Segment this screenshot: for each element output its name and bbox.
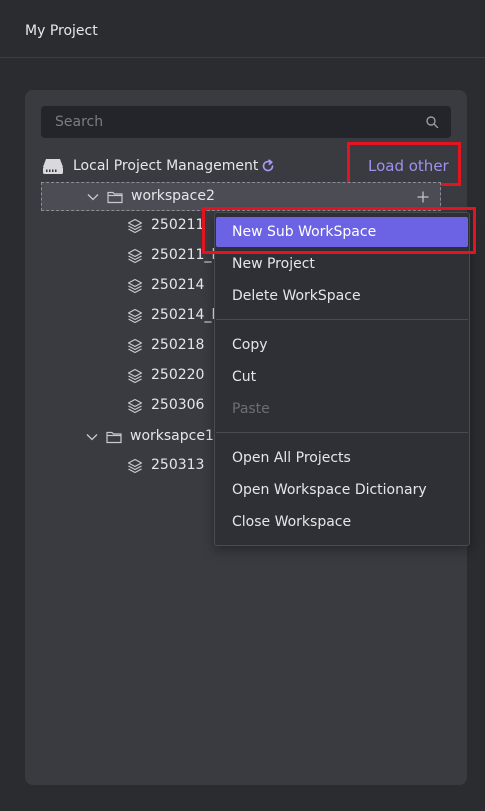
load-other-link[interactable]: Load other	[368, 157, 449, 175]
tree-item-project[interactable]: 250214_b	[127, 305, 217, 327]
drive-icon	[43, 159, 63, 174]
menu-item-close-workspace[interactable]: Close Workspace	[216, 507, 468, 537]
menu-divider	[216, 432, 468, 433]
project-label: 250211	[151, 217, 205, 233]
menu-item-open-workspace-dictionary[interactable]: Open Workspace Dictionary	[216, 475, 468, 505]
search-icon[interactable]	[425, 115, 439, 129]
app-header: My Project	[0, 0, 485, 58]
project-label: 250214_b	[151, 307, 217, 323]
layers-icon	[127, 218, 143, 234]
menu-item-cut[interactable]: Cut	[216, 362, 468, 392]
menu-divider	[216, 319, 468, 320]
project-label: 250220	[151, 367, 205, 383]
page-title: My Project	[25, 23, 98, 39]
context-menu: New Sub WorkSpace New Project Delete Wor…	[214, 212, 470, 546]
refresh-icon[interactable]	[260, 158, 276, 174]
menu-item-new-project[interactable]: New Project	[216, 249, 468, 279]
root-label: Local Project Management	[73, 158, 259, 174]
folder-icon	[106, 431, 122, 444]
layers-icon	[127, 308, 143, 324]
tree-item-project[interactable]: 250218	[127, 335, 217, 357]
plus-icon[interactable]	[417, 191, 429, 203]
local-project-management-row[interactable]: Local Project Management	[41, 154, 341, 178]
chevron-down-icon[interactable]	[85, 430, 99, 444]
workspace-label: workspace2	[131, 188, 215, 204]
tree-item-project[interactable]: 250306	[127, 395, 217, 417]
layers-icon	[127, 248, 143, 264]
tree-item-worksapce1[interactable]: worksapce1	[41, 423, 221, 451]
folder-icon	[107, 191, 123, 204]
layers-icon	[127, 368, 143, 384]
menu-item-paste: Paste	[232, 401, 270, 417]
layers-icon	[127, 458, 143, 474]
search-placeholder: Search	[55, 114, 104, 130]
layers-icon	[127, 398, 143, 414]
tree-item-project[interactable]: 250220	[127, 365, 217, 387]
menu-item-open-all-projects[interactable]: Open All Projects	[216, 443, 468, 473]
chevron-down-icon[interactable]	[86, 190, 100, 204]
tree-item-project[interactable]: 250211_b	[127, 245, 217, 267]
project-label: 250218	[151, 337, 205, 353]
menu-item-delete-workspace[interactable]: Delete WorkSpace	[216, 281, 468, 311]
workspace-label: worksapce1	[130, 428, 214, 444]
tree-item-project[interactable]: 250313	[127, 455, 217, 477]
tree-item-workspace2[interactable]: workspace2	[41, 182, 441, 211]
tree-item-project[interactable]: 250214	[127, 275, 217, 297]
layers-icon	[127, 338, 143, 354]
project-label: 250313	[151, 457, 205, 473]
project-label: 250211_b	[151, 247, 217, 263]
project-label: 250306	[151, 397, 205, 413]
search-input[interactable]: Search	[41, 106, 451, 138]
menu-item-copy[interactable]: Copy	[216, 330, 468, 360]
tree-item-project[interactable]: 250211	[127, 215, 217, 237]
menu-item-new-sub-workspace[interactable]: New Sub WorkSpace	[216, 217, 468, 247]
project-label: 250214	[151, 277, 205, 293]
layers-icon	[127, 278, 143, 294]
